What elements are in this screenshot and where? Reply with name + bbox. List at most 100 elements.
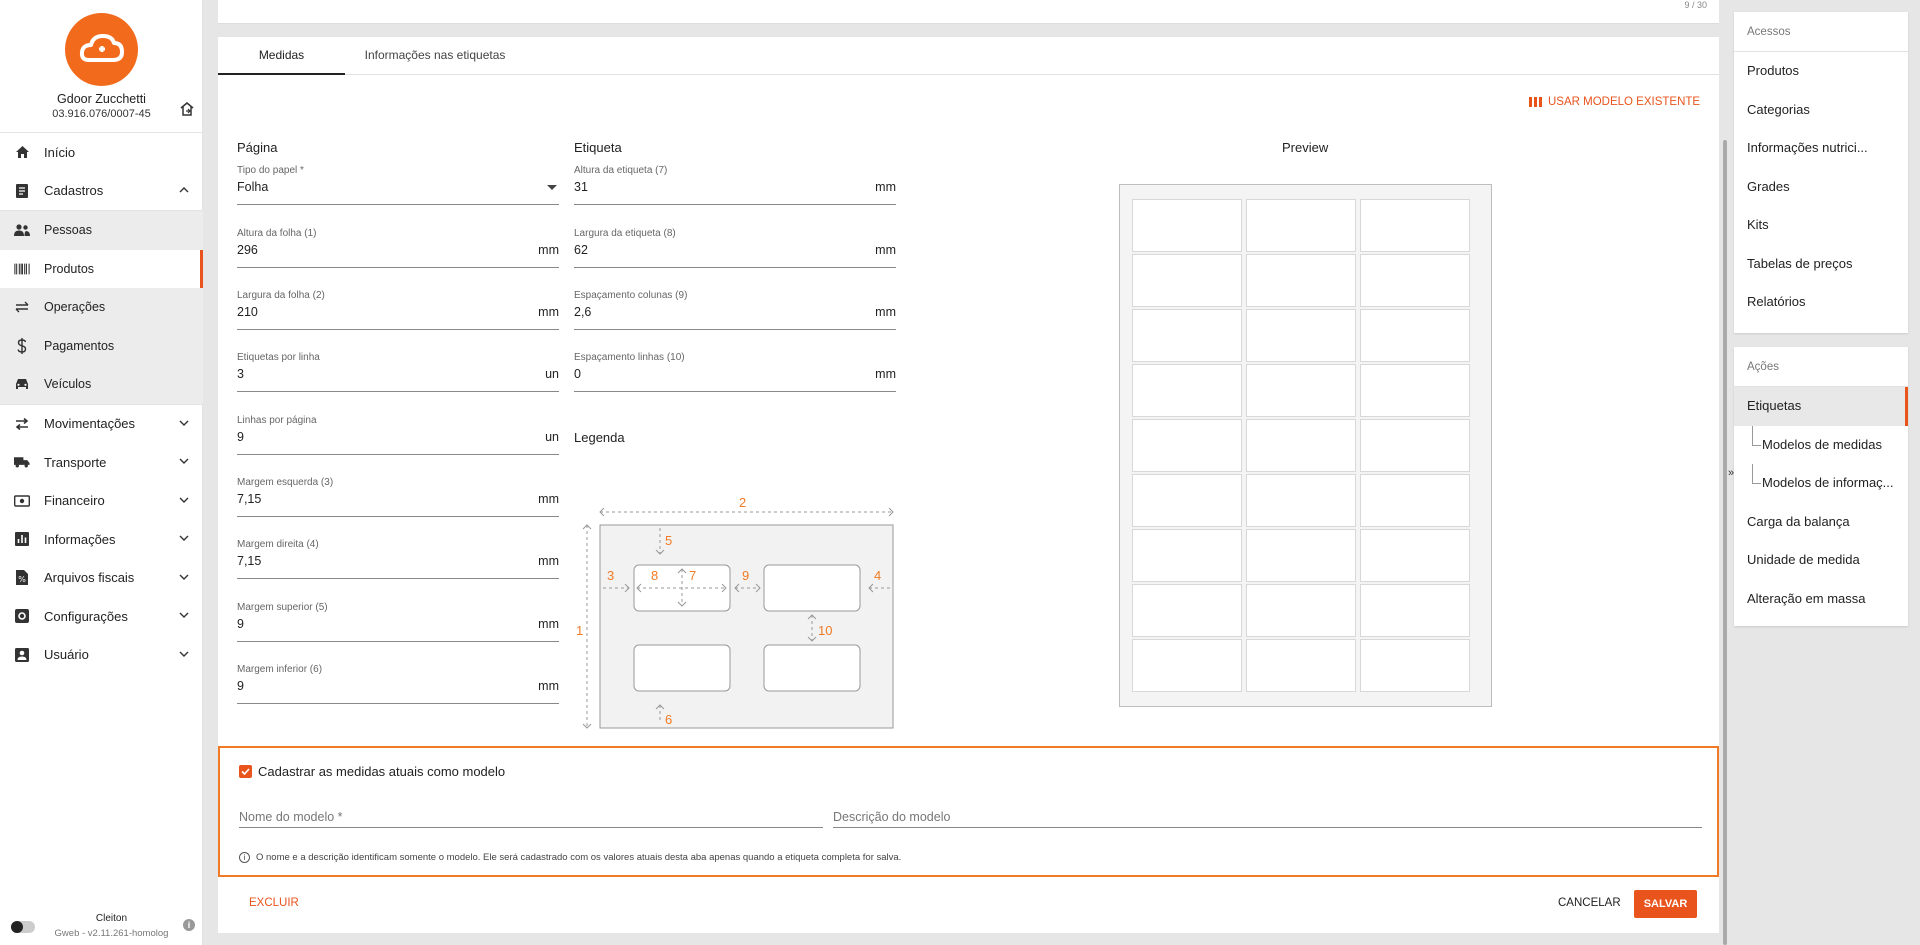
pagination-count: 9 / 30: [1684, 0, 1707, 10]
espacamento-colunas-label: Espaçamento colunas (9): [574, 290, 688, 301]
legend-number-10: 10: [818, 623, 832, 638]
acesso-relatorios[interactable]: Relatórios: [1734, 283, 1908, 322]
largura-folha-field[interactable]: Largura da folha (2) 210 mm: [237, 290, 559, 330]
preview-label-cell: [1246, 584, 1356, 637]
model-description-input[interactable]: Descrição do modelo: [833, 802, 1702, 828]
delete-button[interactable]: EXCLUIR: [249, 897, 299, 909]
preview-label-cell: [1132, 529, 1242, 582]
legend-number-5: 5: [665, 533, 672, 548]
nav-movimentacoes[interactable]: Movimentações: [0, 405, 203, 444]
cash-icon: [14, 493, 30, 509]
margem-direita-value: 7,15: [237, 554, 262, 568]
nav-veiculos-label: Veículos: [44, 377, 92, 392]
acesso-produtos[interactable]: Produtos: [1734, 52, 1908, 91]
nav-veiculos[interactable]: Veículos: [0, 365, 203, 404]
nav-configuracoes[interactable]: Configurações: [0, 597, 203, 636]
preview-label-cell: [1246, 474, 1356, 527]
nav-pagamentos[interactable]: Pagamentos: [0, 327, 203, 366]
margem-superior-unit: mm: [538, 617, 559, 631]
largura-etiqueta-field[interactable]: Largura da etiqueta (8) 62 mm: [574, 228, 896, 268]
acesso-informacoes-nutricionais[interactable]: Informações nutrici...: [1734, 129, 1908, 168]
acao-carga-balanca[interactable]: Carga da balança: [1734, 503, 1908, 542]
nav-cadastros-label: Cadastros: [44, 183, 104, 199]
nav-configuracoes-label: Configurações: [44, 608, 128, 624]
legenda-title: Legenda: [574, 430, 625, 445]
nav-produtos[interactable]: Produtos: [0, 249, 203, 288]
nav-informacoes-label: Informações: [44, 531, 116, 547]
preview-label-cell: [1132, 419, 1242, 472]
margem-superior-field[interactable]: Margem superior (5) 9 mm: [237, 602, 559, 642]
acao-unidade-medida[interactable]: Unidade de medida: [1734, 541, 1908, 580]
save-model-checkbox[interactable]: [239, 765, 252, 778]
switch-company-icon[interactable]: [178, 100, 196, 118]
espacamento-linhas-field[interactable]: Espaçamento linhas (10) 0 mm: [574, 352, 896, 392]
movement-icon: [14, 416, 30, 432]
altura-etiqueta-field[interactable]: Altura da etiqueta (7) 31 mm: [574, 165, 896, 205]
sidebar-footer: Cleiton Gweb - v2.11.261-homolog i: [0, 907, 203, 945]
nav-inicio-label: Início: [44, 144, 76, 160]
etiquetas-linha-field[interactable]: Etiquetas por linha 3 un: [237, 352, 559, 392]
main-scrollbar[interactable]: [1723, 140, 1727, 945]
legend-number-9: 9: [742, 568, 749, 583]
chevron-down-icon: [179, 535, 189, 541]
preview-label-cell: [1360, 309, 1470, 362]
acesso-grades[interactable]: Grades: [1734, 168, 1908, 207]
acao-modelos-medidas[interactable]: Modelos de medidas: [1734, 425, 1908, 465]
legend-label-2: [763, 564, 861, 612]
save-button[interactable]: SALVAR: [1634, 890, 1697, 918]
info-icon[interactable]: i: [183, 919, 195, 931]
acesso-kits[interactable]: Kits: [1734, 206, 1908, 245]
nav-usuario[interactable]: Usuário: [0, 636, 203, 675]
tipo-papel-value: Folha: [237, 180, 269, 194]
chevron-down-icon: [179, 574, 189, 580]
acao-etiquetas[interactable]: Etiquetas: [1734, 387, 1908, 426]
linhas-pagina-field[interactable]: Linhas por página 9 un: [237, 415, 559, 455]
preview-label-cell: [1246, 529, 1356, 582]
margem-direita-field[interactable]: Margem direita (4) 7,15 mm: [237, 539, 559, 579]
nav-financeiro[interactable]: Financeiro: [0, 482, 203, 521]
settings-icon: [14, 608, 30, 624]
acesso-categorias[interactable]: Categorias: [1734, 91, 1908, 130]
tab-medidas[interactable]: Medidas: [218, 37, 345, 75]
nav-produtos-label: Produtos: [44, 261, 95, 276]
tipo-papel-select[interactable]: Tipo do papel * Folha: [237, 165, 559, 205]
nav-transporte[interactable]: Transporte: [0, 443, 203, 482]
save-model-section: Cadastrar as medidas atuais como modelo …: [218, 746, 1719, 877]
nav-operacoes[interactable]: Operações: [0, 288, 203, 327]
use-existing-model-button[interactable]: USAR MODELO EXISTENTE: [1529, 96, 1700, 108]
margem-esquerda-field[interactable]: Margem esquerda (3) 7,15 mm: [237, 477, 559, 517]
largura-folha-unit: mm: [538, 305, 559, 319]
nav-arquivos-fiscais[interactable]: % Arquivos fiscais: [0, 559, 203, 598]
margem-direita-label: Margem direita (4): [237, 539, 319, 550]
acesso-tabelas-precos[interactable]: Tabelas de preços: [1734, 245, 1908, 284]
chevron-down-icon: [179, 651, 189, 657]
acao-modelos-informacoes[interactable]: Modelos de informaç...: [1734, 464, 1908, 503]
nav-informacoes[interactable]: Informações: [0, 520, 203, 559]
legend-number-4: 4: [874, 568, 881, 583]
company-logo[interactable]: [65, 13, 138, 86]
nav-cadastros[interactable]: Cadastros: [0, 172, 203, 211]
acao-alteracao-massa[interactable]: Alteração em massa: [1734, 580, 1908, 619]
tab-informacoes-etiquetas[interactable]: Informações nas etiquetas: [345, 37, 525, 75]
tabs: Medidas Informações nas etiquetas: [218, 37, 1719, 75]
espacamento-colunas-field[interactable]: Espaçamento colunas (9) 2,6 mm: [574, 290, 896, 330]
top-card: 9 / 30: [218, 0, 1719, 24]
preview-label-cell: [1246, 254, 1356, 307]
home-icon: [14, 144, 30, 160]
nav-pessoas[interactable]: Pessoas: [0, 211, 203, 250]
nav-inicio[interactable]: Início: [0, 133, 203, 172]
pagina-title: Página: [237, 140, 278, 155]
preview-label-cell: [1132, 309, 1242, 362]
altura-etiqueta-value: 31: [574, 180, 588, 194]
model-name-input[interactable]: Nome do modelo *: [239, 802, 823, 828]
preview-label-cell: [1132, 584, 1242, 637]
people-icon: [14, 222, 30, 238]
altura-etiqueta-label: Altura da etiqueta (7): [574, 165, 668, 176]
margem-inferior-field[interactable]: Margem inferior (6) 9 mm: [237, 664, 559, 704]
altura-folha-field[interactable]: Altura da folha (1) 296 mm: [237, 228, 559, 268]
legend-number-2: 2: [739, 495, 746, 510]
chevron-down-icon: [179, 458, 189, 464]
cancel-button[interactable]: CANCELAR: [1558, 897, 1621, 909]
preview-label-cell: [1360, 199, 1470, 252]
nav-transporte-label: Transporte: [44, 454, 107, 470]
